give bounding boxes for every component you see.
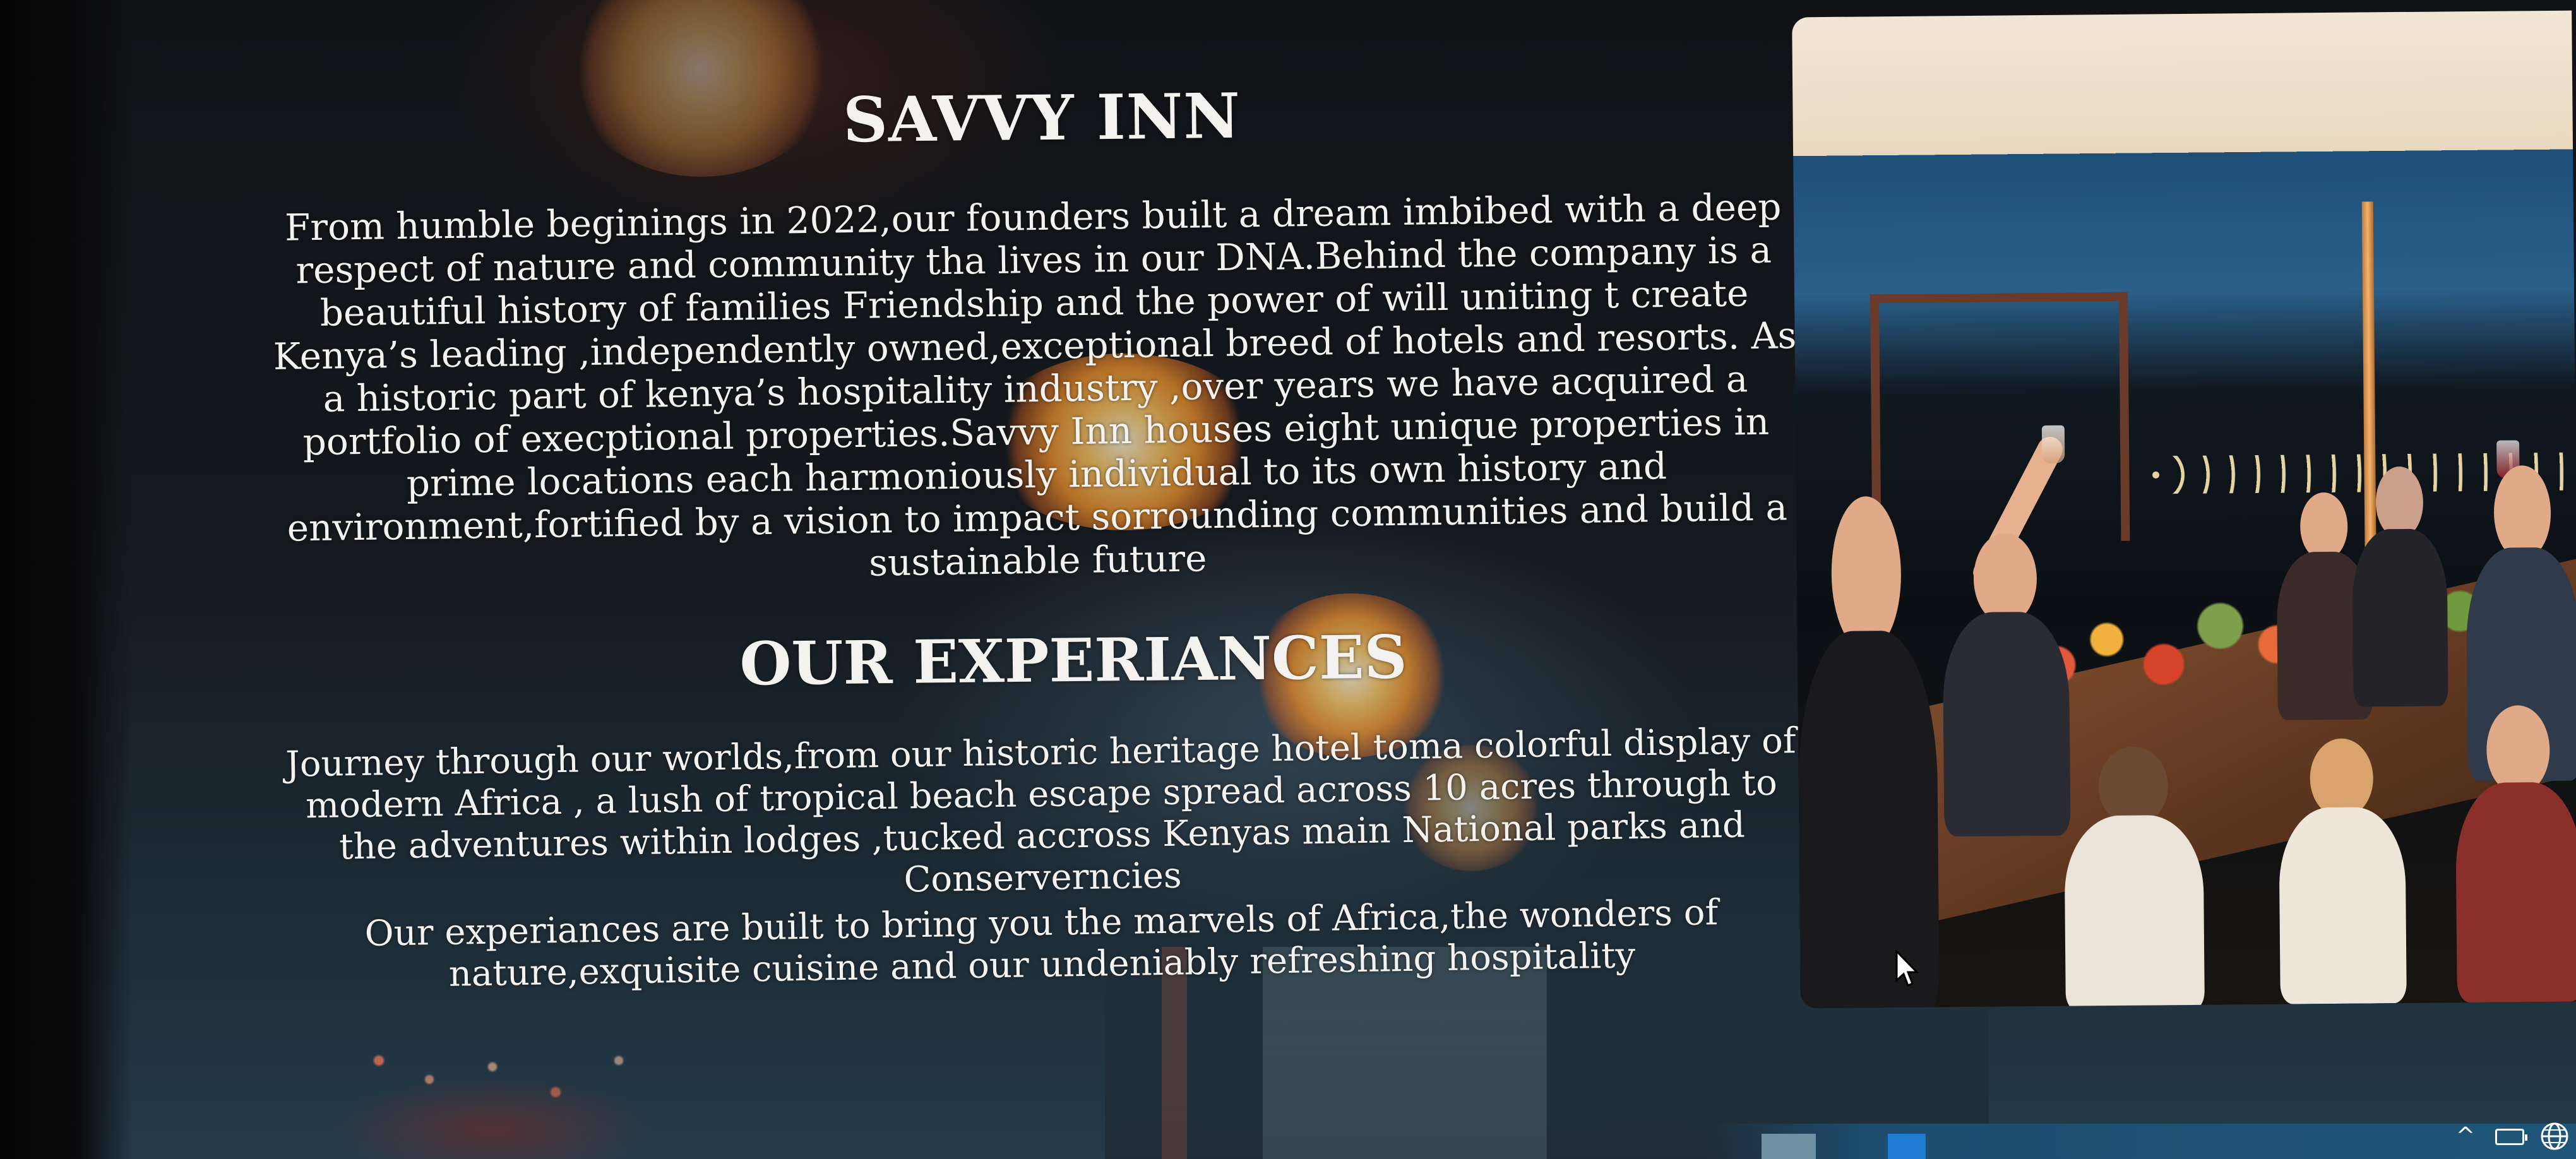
experiences-paragraph: Journey through our worlds,from our hist…: [285, 720, 1797, 901]
guest: [1796, 496, 1940, 1009]
chevron-up-icon[interactable]: ^: [2453, 1124, 2478, 1149]
globe-icon[interactable]: [2539, 1121, 2570, 1151]
guest: [2455, 704, 2576, 1003]
pergola: [1870, 292, 2130, 544]
dinner-party-photo: [1792, 10, 2576, 1009]
screen: SAVVY INN From humble beginings in 2022,…: [0, 0, 2576, 1159]
page-title: SAVVY INN: [842, 80, 1241, 157]
taskbar-app-icon[interactable]: [1888, 1134, 1926, 1159]
mouse-cursor-icon: [1895, 950, 1919, 987]
taskbar-app-icon[interactable]: [1762, 1134, 1816, 1159]
guest: [2351, 466, 2448, 707]
battery-icon[interactable]: [2495, 1129, 2527, 1145]
background-lights: [328, 1023, 770, 1159]
monitor-bezel: [0, 0, 133, 1159]
experiences-heading: OUR EXPERIANCES: [739, 622, 1407, 699]
taskbar: [1705, 1124, 2576, 1159]
intro-paragraph: From humble beginings in 2022,our founde…: [273, 185, 1797, 585]
wine-glass: [2041, 425, 2065, 463]
